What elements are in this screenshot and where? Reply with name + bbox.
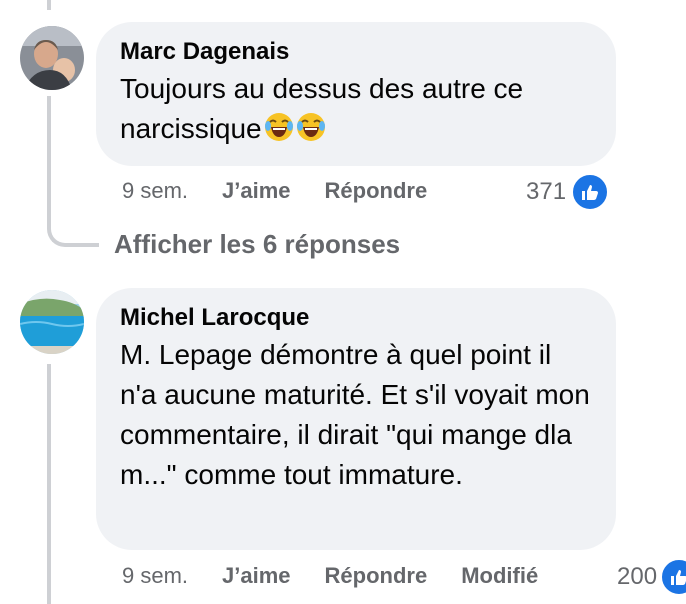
laughing-emoji-icon [296, 112, 326, 153]
like-thumb-icon [570, 172, 611, 212]
comment-author[interactable]: Marc Dagenais [120, 39, 592, 65]
reaction-count: 371 [526, 178, 567, 205]
reaction-summary[interactable]: 371 [526, 172, 611, 212]
avatar[interactable] [20, 290, 84, 354]
reply-thread-connector [47, 205, 99, 247]
edited-label: Modifié [461, 563, 539, 588]
comment-text: Toujours au dessus des autre ce narcissi… [120, 69, 592, 153]
comment-actions: 9 sem. J’aime Répondre [122, 178, 427, 204]
reaction-summary[interactable]: 200 [617, 557, 686, 597]
reply-button[interactable]: Répondre [325, 563, 428, 589]
laughing-emoji-icon [264, 112, 294, 153]
view-replies-link[interactable]: Afficher les 6 réponses [114, 229, 400, 260]
comment-timestamp[interactable]: 9 sem. [122, 178, 188, 204]
thread-line [47, 96, 51, 211]
comment-actions: 9 sem. J’aime Répondre Modifié [122, 563, 538, 589]
reply-button[interactable]: Répondre [325, 178, 428, 204]
reaction-count: 200 [617, 563, 658, 590]
comment-bubble: Michel Larocque M. Lepage démontre à que… [96, 288, 616, 550]
thread-line [47, 0, 51, 10]
avatar[interactable] [20, 26, 84, 90]
thread-line [47, 364, 51, 604]
like-button[interactable]: J’aime [222, 563, 291, 589]
like-button[interactable]: J’aime [222, 178, 291, 204]
comment-bubble: Marc Dagenais Toujours au dessus des aut… [96, 22, 616, 166]
comment-timestamp[interactable]: 9 sem. [122, 563, 188, 589]
comment-author[interactable]: Michel Larocque [120, 305, 592, 331]
like-thumb-icon [659, 557, 686, 597]
comment-body: M. Lepage démontre à quel point il n'a a… [120, 339, 590, 490]
